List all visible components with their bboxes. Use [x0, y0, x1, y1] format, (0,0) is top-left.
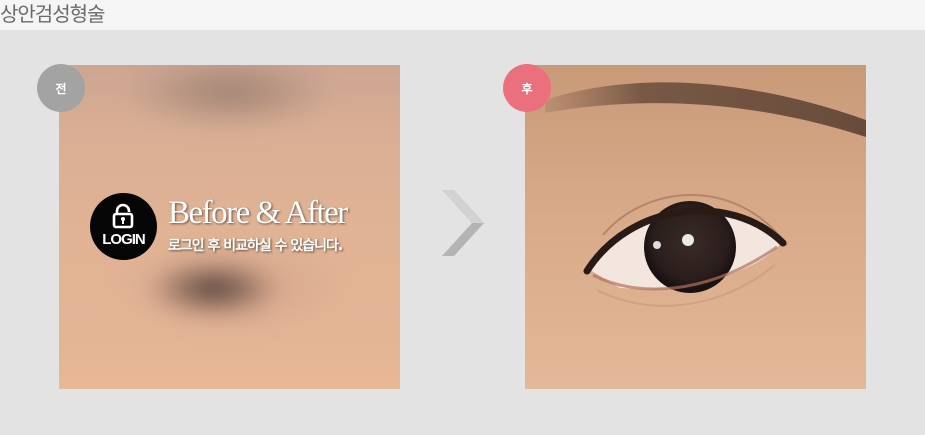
after-badge: 후: [503, 64, 551, 112]
lock-icon: [112, 203, 134, 229]
page-title: 상안검성형술: [0, 2, 105, 26]
eye-image: [525, 65, 866, 389]
login-label: LOGIN: [102, 231, 146, 248]
before-badge: 전: [37, 64, 85, 112]
after-photo: [525, 65, 866, 389]
chevron-right-icon: [442, 190, 484, 256]
login-notice: 로그인 후 비교하실 수 있습니다.: [168, 238, 343, 254]
page-header: 상안검성형술: [0, 0, 925, 30]
login-button[interactable]: LOGIN: [90, 193, 157, 260]
before-after-title: Before & After: [168, 195, 348, 231]
